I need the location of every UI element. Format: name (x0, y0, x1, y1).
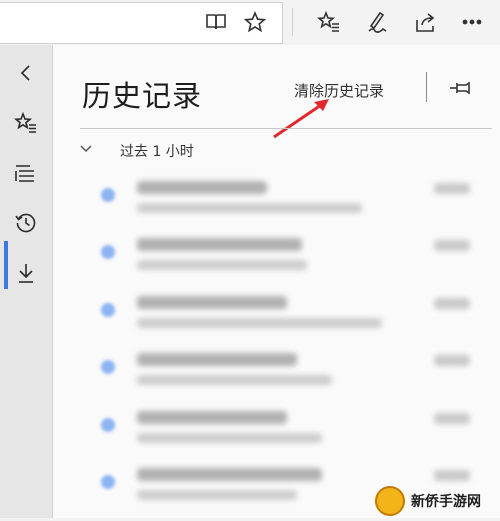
item-title (137, 411, 287, 424)
item-time (434, 183, 470, 194)
history-item[interactable] (53, 408, 500, 464)
chevron-down-icon[interactable] (78, 140, 94, 156)
favicon (101, 360, 115, 374)
annotation-arrow (273, 99, 329, 139)
item-url (137, 318, 382, 328)
share-icon[interactable] (412, 8, 440, 36)
item-time (434, 470, 470, 481)
item-title (137, 238, 302, 251)
history-item[interactable] (53, 178, 500, 234)
favicon (101, 418, 115, 432)
item-url (137, 203, 362, 213)
history-item[interactable] (53, 293, 500, 349)
pen-notes-icon[interactable] (363, 8, 391, 36)
history-item[interactable] (53, 235, 500, 291)
more-icon[interactable] (458, 8, 486, 36)
header-rule (80, 128, 492, 129)
downloads-icon[interactable] (6, 253, 46, 293)
group-label: 过去 1 小时 (120, 144, 194, 160)
favicon (101, 245, 115, 259)
toolbar-divider (292, 8, 293, 36)
item-time (434, 355, 470, 366)
hub-rail (0, 45, 53, 518)
item-title (137, 181, 267, 194)
item-time (434, 240, 470, 251)
browser-toolbar (0, 0, 500, 46)
favorite-star-icon[interactable] (241, 8, 269, 36)
item-url (137, 260, 307, 270)
reading-view-icon[interactable] (202, 8, 230, 36)
watermark: 新侨手游网 (375, 484, 500, 518)
history-item[interactable] (53, 350, 500, 406)
back-chevron-icon[interactable] (6, 53, 46, 93)
reading-list-icon[interactable] (6, 153, 46, 193)
history-panel: 历史记录 清除历史记录 过去 1 小时 (53, 45, 500, 518)
item-url (137, 490, 297, 500)
header-divider (426, 72, 427, 102)
item-time (434, 298, 470, 309)
pin-icon[interactable] (447, 75, 473, 101)
favicon (101, 475, 115, 489)
item-url (137, 375, 332, 385)
favicon (101, 303, 115, 317)
watermark-text: 新侨手游网 (411, 494, 481, 510)
panel-title: 历史记录 (82, 79, 203, 113)
item-title (137, 296, 287, 309)
watermark-logo (375, 486, 405, 516)
history-icon[interactable] (6, 203, 46, 243)
favicon (101, 188, 115, 202)
favorites-hub-icon[interactable] (315, 8, 343, 36)
item-url (137, 433, 322, 443)
item-title (137, 353, 297, 366)
item-title (137, 468, 322, 481)
item-time (434, 413, 470, 424)
favorites-icon[interactable] (6, 103, 46, 143)
